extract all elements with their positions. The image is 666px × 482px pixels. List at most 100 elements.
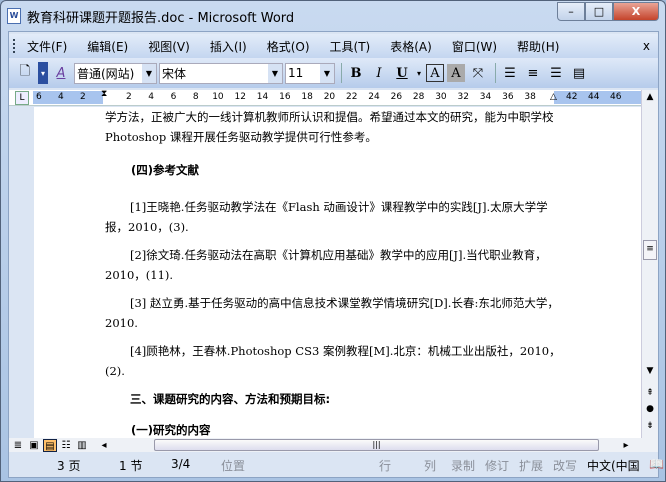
align-center-icon[interactable]: ≡ bbox=[523, 62, 543, 84]
ruler-number: 4 bbox=[148, 92, 155, 102]
status-extend[interactable]: 扩展 bbox=[519, 457, 543, 474]
ruler-number: 20 bbox=[323, 92, 336, 102]
spelling-status-icon[interactable]: 📖 bbox=[649, 457, 664, 471]
heading: 三、课题研究的内容、方法和预期目标: bbox=[130, 392, 331, 406]
new-document-icon[interactable]: 🗋 bbox=[15, 62, 35, 84]
status-section: 1 节 bbox=[119, 459, 143, 473]
status-track-changes[interactable]: 修订 bbox=[485, 457, 509, 474]
character-shading-button[interactable]: A bbox=[447, 64, 465, 82]
ruler-number: 44 bbox=[588, 92, 600, 102]
menu-bar: 文件(F) 编辑(E) 视图(V) 插入(I) 格式(O) 工具(T) 表格(A… bbox=[9, 34, 658, 58]
menu-file[interactable]: 文件(F) bbox=[27, 38, 67, 55]
scroll-left-icon[interactable]: ◂ bbox=[97, 439, 111, 452]
web-layout-view-icon[interactable]: ▣ bbox=[27, 439, 41, 452]
ruler-number: 28 bbox=[412, 92, 425, 102]
word-window: W 教育科研课题开题报告.doc - Microsoft Word – □ X … bbox=[0, 0, 666, 482]
right-indent-marker-icon[interactable]: △ bbox=[550, 92, 557, 102]
reference-item: [4]顾艳林，王春林.Photoshop CS3 案例教程[M].北京：机械工业… bbox=[105, 344, 561, 378]
toolbar: 🗋 ▾ A 普通(网站) ▼ 宋体 ▼ 11 ▼ B I U ▾ A A ⤧ ☰ ≡ … bbox=[9, 58, 658, 88]
font-select[interactable]: 宋体 ▼ bbox=[159, 62, 283, 84]
indent-marker-icon[interactable]: ⧗ bbox=[101, 89, 107, 99]
toolbar-options-icon[interactable]: ▾ bbox=[38, 62, 48, 84]
select-browse-object-icon[interactable]: ● bbox=[643, 404, 657, 414]
ruler-number: 10 bbox=[212, 92, 224, 102]
menu-format[interactable]: 格式(O) bbox=[267, 38, 310, 55]
ruler-number: 12 bbox=[234, 92, 246, 102]
vertical-scrollbar[interactable]: ▲ ≡ ▼ ⇞ ● ⇟ bbox=[641, 90, 658, 438]
reading-layout-view-icon[interactable]: ▥ bbox=[75, 439, 89, 452]
vertical-scroll-thumb[interactable]: ≡ bbox=[643, 240, 657, 260]
status-language: 中文(中国 bbox=[587, 459, 640, 473]
distributed-align-icon[interactable]: ▤ bbox=[569, 62, 589, 84]
menu-window[interactable]: 窗口(W) bbox=[452, 38, 497, 55]
ruler-number: 2 bbox=[126, 92, 132, 102]
chevron-down-icon[interactable]: ▾ bbox=[415, 62, 423, 84]
scroll-up-icon[interactable]: ▲ bbox=[643, 92, 657, 102]
ruler-number: 16 bbox=[279, 92, 291, 102]
outline-view-icon[interactable]: ☷ bbox=[59, 439, 73, 452]
ruler-number: 32 bbox=[457, 92, 469, 102]
ruler-number: 8 bbox=[192, 92, 199, 102]
align-right-icon[interactable]: ☰ bbox=[546, 62, 566, 84]
normal-view-icon[interactable]: ≣ bbox=[11, 439, 25, 452]
font-size-select[interactable]: 11 ▼ bbox=[285, 62, 335, 84]
ruler-number: 6 bbox=[36, 92, 42, 102]
ruler-number: 24 bbox=[368, 92, 380, 102]
menu-tools[interactable]: 工具(T) bbox=[330, 38, 371, 55]
menu-table[interactable]: 表格(A) bbox=[390, 38, 432, 55]
window-title: 教育科研课题开题报告.doc - Microsoft Word bbox=[27, 10, 295, 26]
ruler-number: 14 bbox=[256, 92, 269, 102]
ruler-number: 38 bbox=[524, 92, 536, 102]
menu-view[interactable]: 视图(V) bbox=[148, 38, 190, 55]
status-position: 位置 bbox=[221, 459, 246, 473]
status-page-count: 3/4 bbox=[171, 457, 191, 471]
ruler-number: 6 bbox=[170, 92, 177, 102]
character-scaling-icon[interactable]: ⤧ bbox=[468, 62, 488, 84]
horizontal-scroll-thumb[interactable]: ||| bbox=[154, 439, 599, 451]
chevron-down-icon[interactable]: ▼ bbox=[320, 63, 334, 83]
maximize-button[interactable]: □ bbox=[585, 2, 613, 21]
document-page[interactable]: 学方法，正被广大的一线计算机教师所认识和提倡。希望通过本文的研究，能为中职学校 … bbox=[34, 107, 641, 438]
previous-page-icon[interactable]: ⇞ bbox=[643, 388, 657, 398]
bold-button[interactable]: B bbox=[346, 62, 366, 84]
ruler-number: 46 bbox=[610, 92, 622, 102]
styles-formatting-icon[interactable]: A bbox=[51, 62, 71, 84]
title-bar: W 教育科研课题开题报告.doc - Microsoft Word bbox=[7, 5, 294, 27]
chevron-down-icon[interactable]: ▼ bbox=[268, 63, 282, 83]
separator bbox=[341, 63, 342, 83]
justify-icon[interactable]: ☰ bbox=[500, 62, 520, 84]
chevron-down-icon[interactable]: ▼ bbox=[142, 63, 156, 83]
ruler-number: 22 bbox=[346, 92, 358, 102]
status-record[interactable]: 录制 bbox=[451, 457, 475, 474]
next-page-icon[interactable]: ⇟ bbox=[643, 421, 657, 431]
style-select[interactable]: 普通(网站) ▼ bbox=[74, 62, 157, 84]
ruler-number: 36 bbox=[502, 92, 514, 102]
document-area: 学方法，正被广大的一线计算机教师所认识和提倡。希望通过本文的研究，能为中职学校 … bbox=[9, 107, 641, 438]
status-bar: 3 页 1 节 3/4 位置 行 列 录制 修订 扩展 改写 中文(中国 📖 bbox=[9, 453, 664, 477]
minimize-button[interactable]: – bbox=[557, 2, 585, 21]
print-layout-view-icon[interactable]: ▤ bbox=[43, 438, 57, 452]
horizontal-ruler[interactable]: L 6 4 2 2 4 6 8 10 12 14 16 18 20 22 24 26 28 30 32 34 36 38 4… bbox=[9, 89, 641, 106]
character-border-button[interactable]: A bbox=[426, 64, 444, 82]
close-document-button[interactable]: x bbox=[643, 39, 650, 53]
reference-item: [1]王晓艳.任务驱动教学法在《Flash 动画设计》课程教学中的实践[J].太… bbox=[105, 200, 548, 234]
status-column: 列 bbox=[424, 459, 437, 473]
underline-button[interactable]: U bbox=[392, 62, 412, 84]
close-button[interactable]: X bbox=[613, 2, 659, 21]
ruler-number: 2 bbox=[80, 92, 86, 102]
font-size-value: 11 bbox=[288, 66, 304, 80]
menu-insert[interactable]: 插入(I) bbox=[210, 38, 247, 55]
status-page: 3 页 bbox=[57, 459, 81, 473]
menu-edit[interactable]: 编辑(E) bbox=[87, 38, 128, 55]
reference-item: [2]徐文琦.任务驱动法在高职《计算机应用基础》教学中的应用[J].当代职业教育… bbox=[105, 248, 547, 282]
scroll-right-icon[interactable]: ▸ bbox=[619, 439, 633, 452]
ruler-number: 26 bbox=[390, 92, 403, 102]
horizontal-scroll-row: ≣ ▣ ▤ ☷ ▥ ◂ ||| ▸ bbox=[9, 438, 658, 452]
status-line: 行 bbox=[379, 459, 392, 473]
tab-selector-icon[interactable]: L bbox=[15, 91, 29, 105]
scroll-down-icon[interactable]: ▼ bbox=[643, 366, 657, 376]
menu-help[interactable]: 帮助(H) bbox=[517, 38, 559, 55]
status-overtype[interactable]: 改写 bbox=[553, 457, 577, 474]
italic-button[interactable]: I bbox=[369, 62, 389, 84]
ruler-number: 4 bbox=[58, 92, 64, 102]
